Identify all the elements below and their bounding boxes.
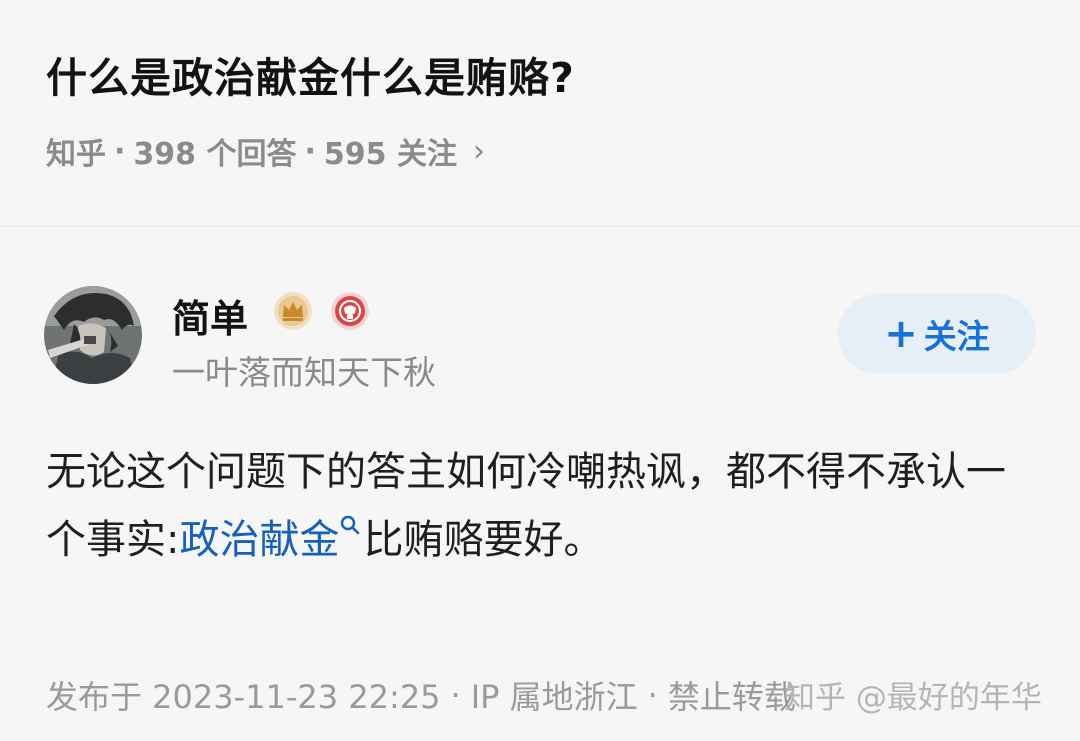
repost-status: 禁止转载 <box>667 678 796 716</box>
section-divider <box>0 225 1080 227</box>
search-icon[interactable] <box>339 514 361 536</box>
source-label: 知乎 <box>46 137 106 172</box>
question-meta[interactable]: 知乎 · 398 个回答 · 595 关注 › <box>46 129 485 173</box>
plus-icon: + <box>884 311 918 357</box>
red-badge-icon <box>330 291 370 331</box>
answer-footer: 发布于 2023-11-23 22:25 · IP 属地浙江 · 禁止转载 <box>46 672 796 718</box>
question-title[interactable]: 什么是政治献金什么是贿赂? <box>46 44 575 104</box>
keyword-link[interactable]: 政治献金 <box>179 517 339 563</box>
author-avatar[interactable] <box>44 286 142 384</box>
avatar-image <box>44 286 142 384</box>
answer-content: 无论这个问题下的答主如何冷嘲热讽，都不得不承认一个事实:政治献金 比贿赂要好。 <box>46 438 1036 574</box>
author-bio: 一叶落而知天下秋 <box>172 353 436 392</box>
publish-time: 发布于 2023-11-23 22:25 <box>46 678 441 716</box>
follow-label: 关注 <box>923 317 990 356</box>
meta-separator: · <box>114 133 126 169</box>
answer-page: 什么是政治献金什么是贿赂? 知乎 · 398 个回答 · 595 关注 › 简单 <box>0 0 1080 741</box>
author-name[interactable]: 简单 <box>172 288 248 343</box>
answer-text-end: 比贿赂要好。 <box>363 517 604 563</box>
chevron-right-icon: › <box>472 133 485 169</box>
follow-button[interactable]: + 关注 <box>838 294 1036 374</box>
watermark: 知乎 @最好的年华 <box>784 680 1042 716</box>
meta-separator: · <box>304 133 316 169</box>
footer-separator: · <box>647 676 658 714</box>
crown-badge-icon <box>273 291 313 331</box>
footer-separator: · <box>450 676 461 714</box>
follower-count: 595 关注 <box>323 137 457 172</box>
ip-location: IP 属地浙江 <box>470 678 638 716</box>
answer-count: 398 个回答 <box>133 137 297 172</box>
